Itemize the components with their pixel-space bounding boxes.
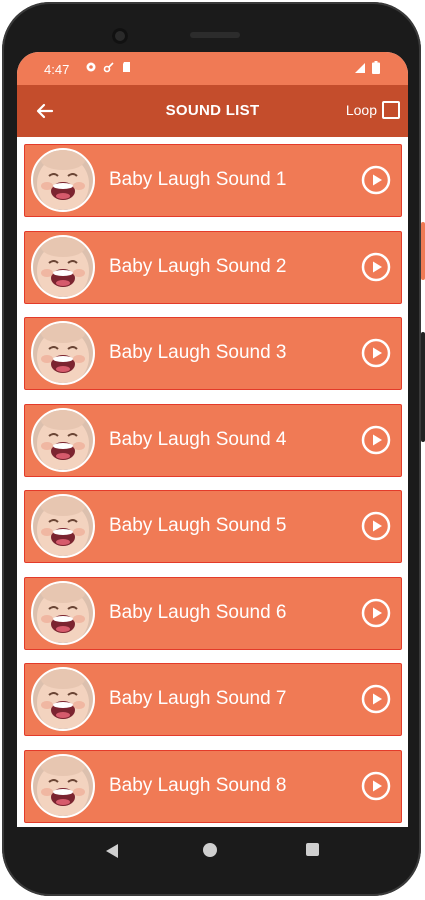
status-left-icons <box>85 61 133 73</box>
baby-face-image <box>33 409 93 470</box>
sound-title: Baby Laugh Sound 8 <box>109 774 287 796</box>
sound-list-item-7[interactable]: Baby Laugh Sound 7 <box>24 663 402 736</box>
baby-avatar <box>31 580 95 645</box>
sound-title: Baby Laugh Sound 2 <box>109 255 287 277</box>
sound-list-item-3[interactable]: Baby Laugh Sound 3 <box>24 317 402 390</box>
play-circle-icon[interactable] <box>361 684 391 714</box>
baby-avatar <box>31 234 95 299</box>
sound-title: Baby Laugh Sound 3 <box>109 342 287 363</box>
status-time: 4:47 <box>44 62 70 77</box>
status-bar: 4:47 <box>17 52 408 85</box>
baby-face-image <box>33 236 93 297</box>
baby-avatar <box>31 753 95 818</box>
play-circle-icon[interactable] <box>361 165 391 195</box>
loop-checkbox[interactable] <box>382 101 400 119</box>
home-circle-icon[interactable] <box>203 843 217 857</box>
baby-avatar <box>31 321 95 385</box>
sound-list-item-8[interactable]: Baby Laugh Sound 8 <box>24 749 402 823</box>
play-circle-icon[interactable] <box>361 338 391 368</box>
sound-list-item-1[interactable]: Baby Laugh Sound 1 <box>24 144 402 217</box>
baby-face-image <box>33 755 93 816</box>
baby-face-image <box>33 496 93 556</box>
signal-icon <box>355 62 365 73</box>
sound-title: Baby Laugh Sound 5 <box>109 515 287 536</box>
app-bar: SOUND LIST Loop <box>17 85 408 137</box>
sound-list-item-6[interactable]: Baby Laugh Sound 6 <box>24 576 402 650</box>
status-right-icons <box>354 61 380 74</box>
key-icon <box>103 62 114 73</box>
battery-icon <box>372 61 380 74</box>
baby-avatar <box>31 494 95 558</box>
system-nav-bar <box>17 827 408 875</box>
recents-square-icon[interactable] <box>306 843 319 856</box>
loop-toggle[interactable]: Loop <box>346 101 400 119</box>
baby-face-image <box>33 669 93 729</box>
power-button <box>421 222 425 280</box>
sound-list-item-4[interactable]: Baby Laugh Sound 4 <box>24 403 402 477</box>
play-circle-icon[interactable] <box>361 252 391 282</box>
play-circle-icon[interactable] <box>361 425 391 455</box>
baby-face-image <box>33 323 93 383</box>
app-screen: 4:47 SOUND LIST Loop Baby Laugh Sound 1 … <box>17 52 408 827</box>
sound-list-item-2[interactable]: Baby Laugh Sound 2 <box>24 230 402 304</box>
baby-avatar <box>31 148 95 212</box>
sound-list-item-5[interactable]: Baby Laugh Sound 5 <box>24 490 402 563</box>
front-camera <box>112 28 128 44</box>
sound-list: Baby Laugh Sound 1 Baby Laugh Sound 2 Ba… <box>24 144 402 827</box>
volume-button <box>421 332 425 442</box>
sd-card-icon <box>123 62 130 72</box>
back-triangle-icon[interactable] <box>105 843 119 859</box>
earpiece-speaker <box>190 32 240 38</box>
baby-avatar <box>31 407 95 472</box>
sound-title: Baby Laugh Sound 1 <box>109 169 287 190</box>
baby-avatar <box>31 667 95 731</box>
gear-icon <box>86 62 96 72</box>
sound-title: Baby Laugh Sound 6 <box>109 601 287 623</box>
loop-label: Loop <box>345 102 377 118</box>
play-circle-icon[interactable] <box>361 598 391 628</box>
baby-face-image <box>33 582 93 643</box>
baby-face-image <box>33 150 93 210</box>
sound-title: Baby Laugh Sound 7 <box>109 688 287 709</box>
sound-title: Baby Laugh Sound 4 <box>109 428 287 450</box>
play-circle-icon[interactable] <box>361 511 391 541</box>
play-circle-icon[interactable] <box>361 771 391 801</box>
